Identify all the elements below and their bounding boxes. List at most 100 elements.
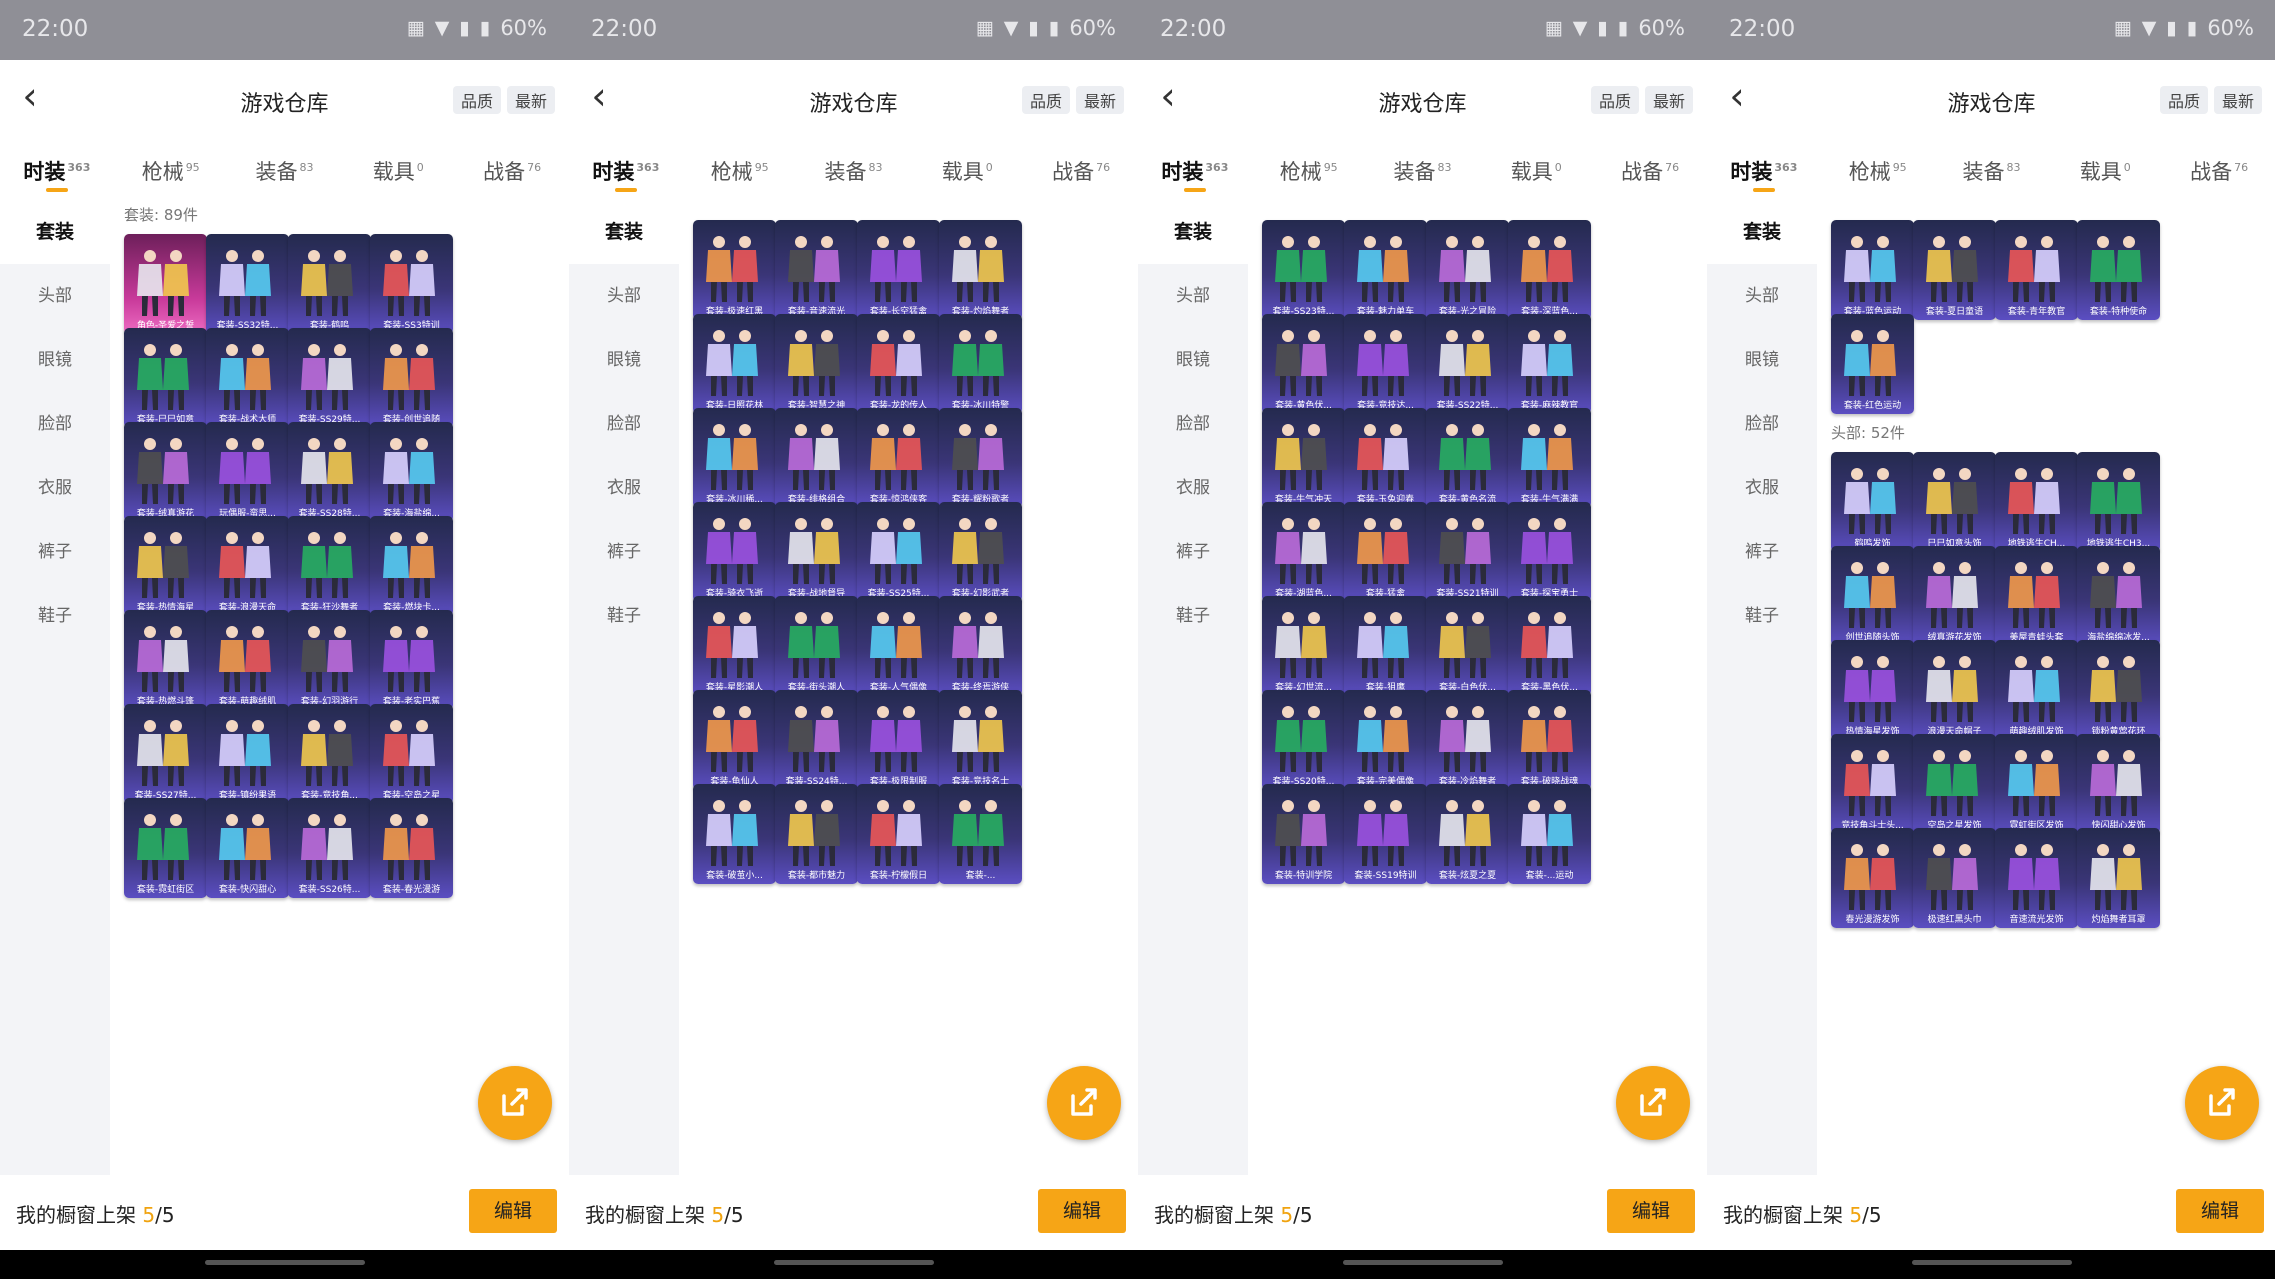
item-tile[interactable]: 套装-狂沙舞者 [288,516,371,616]
sidebar-item-0[interactable]: 套装 [569,200,679,264]
item-tile[interactable]: 套装-深蓝色... [1508,220,1591,320]
item-tile[interactable]: 套装-SS22特... [1426,314,1509,414]
sort-newest-button[interactable]: 最新 [2213,86,2262,114]
sidebar-item-1[interactable]: 头部 [1138,264,1248,328]
item-tile[interactable]: 竞技角斗士头... [1831,734,1914,834]
item-tile[interactable]: 套装-牛气满满 [1508,408,1591,508]
item-tile[interactable]: 套装-幻羽游行 [288,610,371,710]
item-tile[interactable]: 地铁逃生CH... [1995,452,2078,552]
sort-newest-button[interactable]: 最新 [1075,86,1124,114]
item-tile[interactable]: 玩偶服-蛮思... [206,422,289,522]
item-tile[interactable]: 套装-极限制服 [857,690,940,790]
tab-4[interactable]: 战备 76 [455,138,569,200]
sort-quality-button[interactable]: 品质 [452,86,501,114]
item-tile[interactable]: 套装-破晓战魂 [1508,690,1591,790]
item-tile[interactable]: 套装-音速流光 [775,220,858,320]
gesture-handle[interactable] [204,1260,365,1265]
item-tile[interactable]: 套装-探宝勇士 [1508,502,1591,602]
item-tile[interactable]: 萌趣绒肌发饰 [1995,640,2078,740]
tab-2[interactable]: 装备 83 [797,138,911,200]
share-button[interactable] [1616,1066,1690,1140]
sidebar-item-4[interactable]: 衣服 [569,456,679,520]
item-tile[interactable]: 套装-绯格组合 [775,408,858,508]
item-tile[interactable]: 套装-SS28特... [288,422,371,522]
item-tile[interactable]: 热情海星发饰 [1831,640,1914,740]
tab-0[interactable]: 时装 363 [1138,138,1252,200]
tab-4[interactable]: 战备 76 [1024,138,1138,200]
item-tile[interactable]: 锁粉黄莺花环 [2077,640,2160,740]
item-tile[interactable]: 套装-SS26特... [288,798,371,898]
sidebar-item-5[interactable]: 裤子 [1138,520,1248,584]
item-tile[interactable]: 套装-完美偶像 [1344,690,1427,790]
item-tile[interactable]: 套装-耀粉歌者 [939,408,1022,508]
item-tile[interactable]: 套装-狙鹰 [1344,596,1427,696]
item-tile[interactable]: 套装-湖蓝色... [1262,502,1345,602]
gesture-handle[interactable] [1911,1260,2072,1265]
tab-0[interactable]: 时装 363 [569,138,683,200]
tab-3[interactable]: 载具 0 [910,138,1024,200]
sidebar-item-4[interactable]: 衣服 [1707,456,1817,520]
tab-3[interactable]: 载具 0 [341,138,455,200]
item-tile[interactable]: 套装-浪漫天命 [206,516,289,616]
item-tile[interactable]: 音速流光发饰 [1995,828,2078,928]
item-tile[interactable]: 套装-竞技角... [288,704,371,804]
item-tile[interactable]: 套装-终焉游侠 [939,596,1022,696]
item-tile[interactable]: 套装-快闪甜心 [206,798,289,898]
item-tile[interactable]: 套装-特训学院 [1262,784,1345,884]
tab-1[interactable]: 枪械 95 [683,138,797,200]
item-tile[interactable]: 套装-黄色伏... [1262,314,1345,414]
item-tile[interactable]: 套装-SS19特训 [1344,784,1427,884]
item-tile[interactable]: 套装-竞技名士 [939,690,1022,790]
sidebar-item-6[interactable]: 鞋子 [0,584,110,648]
item-tile[interactable]: 套装-SS3特训 [370,234,453,334]
sidebar-item-2[interactable]: 眼镜 [1707,328,1817,392]
item-tile[interactable]: 套装-冰川特警 [939,314,1022,414]
item-tile[interactable]: 套装-霓虹街区 [124,798,207,898]
item-tile[interactable]: 套装-白色伏... [1426,596,1509,696]
item-tile[interactable]: 鹤鸣发饰 [1831,452,1914,552]
sidebar-item-6[interactable]: 鞋子 [569,584,679,648]
item-tile[interactable]: 套装-镇纷果语 [206,704,289,804]
item-tile[interactable]: 角色-圣爱之誓 [124,234,207,334]
item-tile[interactable]: 套装-青年教官 [1995,220,2078,320]
sidebar-item-3[interactable]: 脸部 [1138,392,1248,456]
edit-button[interactable]: 编辑 [2176,1189,2264,1233]
item-tile[interactable]: 套装-战术大师 [206,328,289,428]
sidebar-item-5[interactable]: 裤子 [569,520,679,584]
item-tile[interactable]: 套装-龙的传人 [857,314,940,414]
sidebar-item-1[interactable]: 头部 [1707,264,1817,328]
tab-2[interactable]: 装备 83 [228,138,342,200]
item-tile[interactable]: 套装-猛禽 [1344,502,1427,602]
item-tile[interactable]: 套装-智慧之神 [775,314,858,414]
item-tile[interactable]: 美屋青蛙头套 [1995,546,2078,646]
tab-0[interactable]: 时装 363 [0,138,114,200]
item-tile[interactable]: 套装-人气偶像 [857,596,940,696]
sort-quality-button[interactable]: 品质 [1590,86,1639,114]
sidebar-item-5[interactable]: 裤子 [0,520,110,584]
sidebar-item-1[interactable]: 头部 [0,264,110,328]
item-tile[interactable]: 套装-热燃斗篷 [124,610,207,710]
tab-3[interactable]: 载具 0 [2048,138,2162,200]
tab-2[interactable]: 装备 83 [1935,138,2049,200]
sidebar-item-5[interactable]: 裤子 [1707,520,1817,584]
item-tile[interactable]: 套装-鹤鸣 [288,234,371,334]
item-tile[interactable]: 套装-破茧小... [693,784,776,884]
item-tile[interactable]: 套装-空岛之星 [370,704,453,804]
sort-quality-button[interactable]: 品质 [2159,86,2208,114]
item-tile[interactable]: 套装-SS21特训 [1426,502,1509,602]
sidebar-item-0[interactable]: 套装 [1138,200,1248,264]
item-tile[interactable]: 套装-骑衣飞逝 [693,502,776,602]
sort-newest-button[interactable]: 最新 [1644,86,1693,114]
item-tile[interactable]: 套装-街头潮人 [775,596,858,696]
item-tile[interactable]: 套装-竞技达... [1344,314,1427,414]
sort-quality-button[interactable]: 品质 [1021,86,1070,114]
sidebar-item-0[interactable]: 套装 [1707,200,1817,264]
sidebar-item-3[interactable]: 脸部 [0,392,110,456]
item-tile[interactable]: 套装-热情海星 [124,516,207,616]
item-tile[interactable]: 套装-特种使命 [2077,220,2160,320]
item-tile[interactable]: 套装-夏日童语 [1913,220,1996,320]
item-tile[interactable]: 套装-老实巴蕉 [370,610,453,710]
sidebar-item-3[interactable]: 脸部 [1707,392,1817,456]
item-tile[interactable]: 套装-萌趣绒肌 [206,610,289,710]
item-tile[interactable]: 绒真游花发饰 [1913,546,1996,646]
